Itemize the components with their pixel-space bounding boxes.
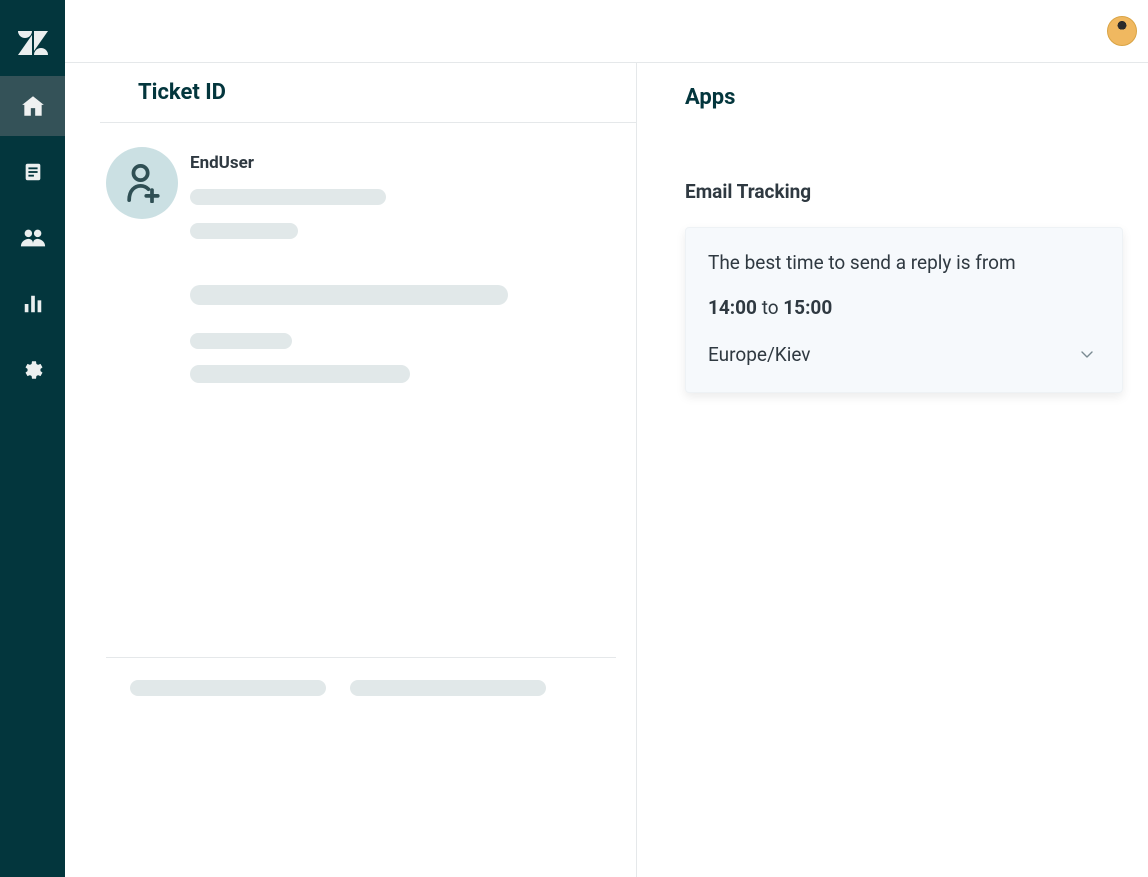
time-to: 15:00: [783, 296, 832, 319]
list-icon: [22, 161, 44, 183]
skeleton-line: [190, 223, 298, 239]
best-time-intro: The best time to send a reply is from: [708, 248, 1100, 278]
chevron-down-icon: [1080, 348, 1094, 362]
brand-logo: [0, 18, 65, 68]
bar-chart-icon: [22, 293, 44, 315]
time-separator: to: [762, 296, 779, 319]
user-avatar[interactable]: [1107, 16, 1137, 46]
apps-panel-title: Apps: [685, 85, 1123, 110]
timezone-select[interactable]: Europe/Kiev: [708, 343, 1100, 366]
ticket-column: Ticket ID EndUser: [65, 63, 637, 877]
sidebar-nav: [0, 0, 65, 877]
content-row: Ticket ID EndUser: [65, 63, 1148, 877]
person-add-icon: [124, 163, 160, 203]
skeleton-line: [190, 285, 508, 305]
requester-row: EndUser: [106, 147, 616, 239]
ticket-footer: [106, 657, 616, 717]
nav-admin[interactable]: [0, 340, 65, 400]
time-from: 14:00: [708, 296, 757, 319]
skeleton-line: [190, 333, 292, 349]
apps-column: Apps Email Tracking The best time to sen…: [637, 63, 1148, 877]
main-area: Ticket ID EndUser: [65, 0, 1148, 877]
skeleton-line: [350, 680, 546, 696]
best-time-range: 14:00 to 15:00: [708, 296, 1100, 319]
requester-name: EndUser: [190, 153, 386, 173]
ticket-body: EndUser: [100, 123, 636, 877]
ticket-title: Ticket ID: [138, 80, 226, 105]
topbar: [65, 0, 1148, 63]
app-name: Email Tracking: [685, 180, 1123, 203]
email-tracking-card: The best time to send a reply is from 14…: [685, 227, 1123, 393]
ticket-content-placeholder: [190, 285, 616, 383]
skeleton-line: [190, 365, 410, 383]
requester-avatar[interactable]: [106, 147, 178, 219]
nav-reporting[interactable]: [0, 274, 65, 334]
nav-customers[interactable]: [0, 208, 65, 268]
nav-views[interactable]: [0, 142, 65, 202]
requester-meta: EndUser: [190, 147, 386, 239]
timezone-value: Europe/Kiev: [708, 343, 811, 366]
skeleton-line: [130, 680, 326, 696]
ticket-header: Ticket ID: [100, 63, 636, 123]
home-icon: [20, 93, 46, 119]
skeleton-line: [190, 189, 386, 205]
people-icon: [20, 227, 46, 249]
nav-home[interactable]: [0, 76, 65, 136]
zendesk-logo-icon: [18, 31, 48, 55]
gear-icon: [21, 358, 45, 382]
